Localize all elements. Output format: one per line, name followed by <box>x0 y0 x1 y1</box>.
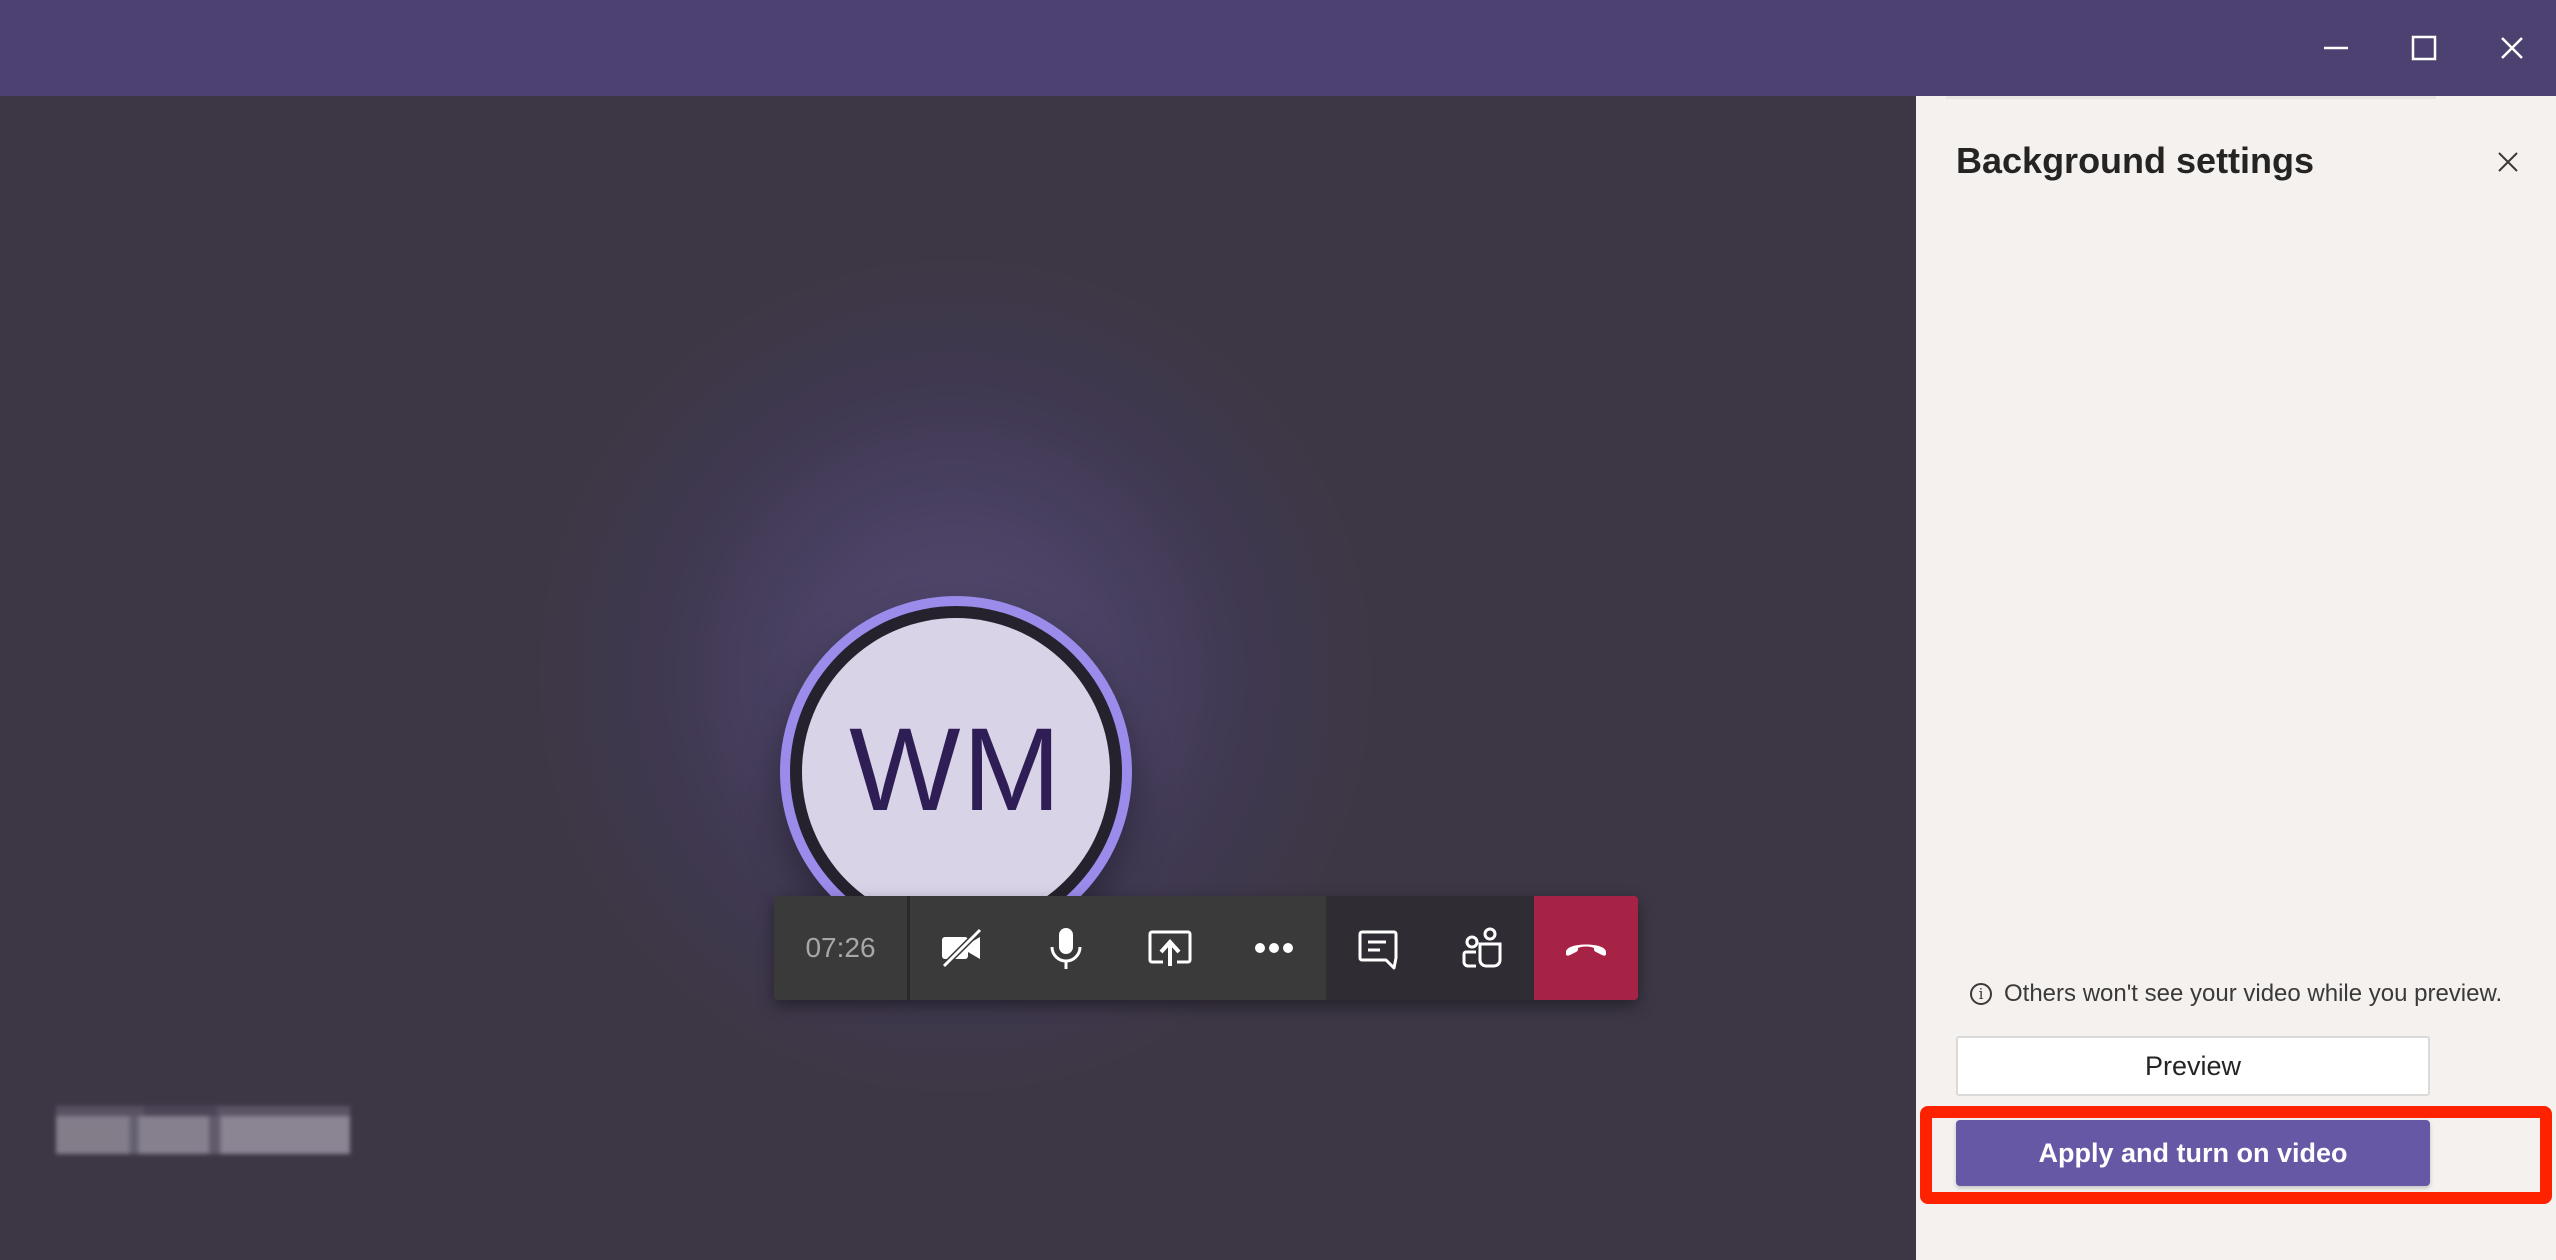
participant-name-redacted <box>56 1106 350 1154</box>
chat-button[interactable] <box>1326 896 1430 1000</box>
share-screen-icon <box>1148 930 1192 966</box>
maximize-icon <box>2411 35 2437 61</box>
close-panel-button[interactable] <box>2490 144 2526 180</box>
close-window-button[interactable] <box>2482 18 2542 78</box>
participants-icon <box>1462 927 1502 968</box>
microphone-icon <box>1050 928 1082 969</box>
microphone-button[interactable] <box>1014 896 1118 1000</box>
background-settings-panel: Background settings i Others won't see y… <box>1916 96 2556 1260</box>
divider <box>1946 96 2436 99</box>
preview-note-text: Others won't see your video while you pr… <box>2004 980 2503 1007</box>
call-stage: WM 07:26 <box>0 96 1916 1260</box>
participants-button[interactable] <box>1430 896 1534 1000</box>
video-off-icon <box>941 927 983 969</box>
panel-title: Background settings <box>1956 140 2315 181</box>
call-controls-bar: 07:26 <box>774 896 1638 1000</box>
hang-up-button[interactable] <box>1534 896 1638 1000</box>
more-options-button[interactable] <box>1222 896 1326 1000</box>
preview-button[interactable]: Preview <box>1956 1036 2430 1096</box>
preview-note: i Others won't see your video while you … <box>1970 980 2502 1008</box>
title-bar <box>0 0 2556 96</box>
info-icon: i <box>1970 983 1992 1005</box>
maximize-button[interactable] <box>2394 18 2454 78</box>
minimize-icon <box>2324 46 2348 50</box>
close-icon <box>2498 152 2518 172</box>
camera-toggle-button[interactable] <box>910 896 1014 1000</box>
close-icon <box>2501 37 2523 59</box>
more-options-icon <box>1255 943 1293 953</box>
call-timer: 07:26 <box>774 896 910 1000</box>
avatar-initials: WM <box>849 704 1063 836</box>
minimize-button[interactable] <box>2306 18 2366 78</box>
apply-and-turn-on-video-button[interactable]: Apply and turn on video <box>1956 1120 2430 1186</box>
chat-icon <box>1358 930 1398 970</box>
hang-up-icon <box>1566 944 1606 956</box>
share-screen-button[interactable] <box>1118 896 1222 1000</box>
